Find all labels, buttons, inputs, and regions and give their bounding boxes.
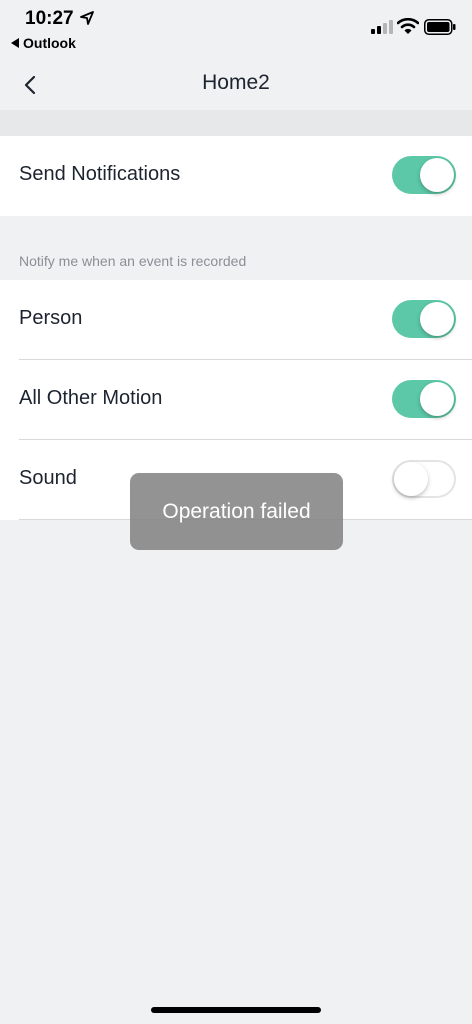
section-divider — [0, 110, 472, 136]
sound-toggle[interactable] — [392, 460, 456, 498]
notifications-card: Send Notifications — [0, 136, 472, 216]
operation-failed-toast: Operation failed — [130, 473, 343, 550]
event-section-caption: Notify me when an event is recorded — [19, 253, 247, 269]
toggle-knob — [394, 462, 428, 496]
person-row: Person — [0, 280, 472, 360]
send-notifications-row: Send Notifications — [0, 136, 472, 216]
person-label: Person — [19, 307, 83, 329]
back-triangle-icon — [11, 38, 19, 48]
status-time: 10:27 — [25, 8, 74, 29]
home-indicator[interactable] — [151, 1007, 321, 1013]
status-bar: 10:27 Outlook — [0, 0, 472, 60]
location-arrow-icon — [80, 11, 94, 25]
all-other-motion-label: All Other Motion — [19, 387, 163, 409]
toggle-knob — [420, 382, 454, 416]
sound-label: Sound — [19, 467, 77, 489]
send-notifications-toggle[interactable] — [392, 156, 456, 194]
all-other-motion-row: All Other Motion — [0, 360, 472, 440]
wifi-icon — [397, 18, 419, 34]
all-other-motion-toggle[interactable] — [392, 380, 456, 418]
page-title: Home2 — [202, 71, 270, 94]
toggle-knob — [420, 158, 454, 192]
send-notifications-label: Send Notifications — [19, 163, 181, 185]
battery-icon — [424, 19, 456, 35]
cellular-signal-icon — [371, 20, 393, 34]
back-to-app-link[interactable]: Outlook — [11, 35, 76, 51]
person-toggle[interactable] — [392, 300, 456, 338]
toggle-knob — [420, 302, 454, 336]
back-app-label: Outlook — [23, 35, 76, 51]
navigation-bar: Home2 — [0, 60, 472, 110]
